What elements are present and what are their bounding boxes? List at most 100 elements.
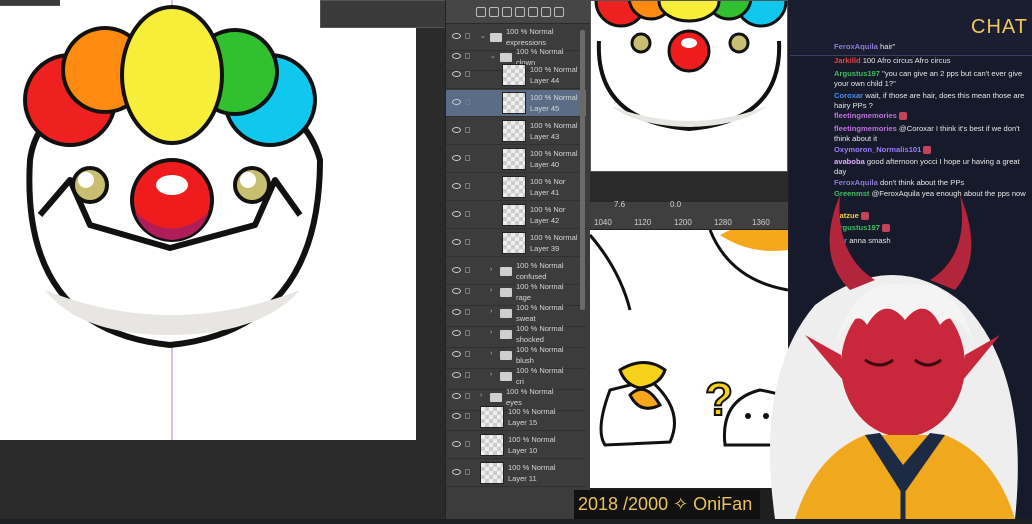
layer-blend-info: 100 % Normal — [516, 303, 564, 312]
lock-icon[interactable] — [465, 288, 470, 294]
visibility-eye-icon[interactable] — [452, 309, 461, 315]
lock-icon[interactable] — [465, 239, 470, 245]
layer-row[interactable]: 100 % Normal Layer 40 — [446, 146, 586, 173]
secondary-canvas[interactable] — [590, 0, 788, 172]
chat-username[interactable]: Jarkilld — [834, 56, 863, 65]
tab-strip[interactable] — [0, 0, 60, 6]
lock-icon[interactable] — [465, 372, 470, 378]
lock-icon[interactable] — [465, 99, 470, 105]
lock-icon[interactable] — [465, 155, 470, 161]
visibility-eye-icon[interactable] — [452, 351, 461, 357]
chat-username[interactable]: Argustus197 — [834, 69, 882, 78]
visibility-eye-icon[interactable] — [452, 239, 461, 245]
visibility-eye-icon[interactable] — [452, 71, 461, 77]
new-folder-icon[interactable] — [489, 6, 499, 17]
lock-icon[interactable] — [465, 211, 470, 217]
ruler-tick: 1280 — [714, 218, 732, 227]
visibility-eye-icon[interactable] — [452, 127, 461, 133]
collapse-arrow-icon[interactable]: › — [490, 308, 492, 315]
lock-icon[interactable] — [465, 413, 470, 419]
lock-icon[interactable] — [465, 393, 470, 399]
delete-icon[interactable] — [554, 6, 564, 17]
chat-message: FeroxAquila don't think about the PPs — [834, 178, 1028, 188]
lock-icon[interactable] — [465, 53, 470, 59]
visibility-eye-icon[interactable] — [452, 211, 461, 217]
lock-icon[interactable] — [465, 33, 470, 39]
floating-panel[interactable] — [320, 0, 448, 28]
chat-username[interactable]: fleetingmemories — [834, 124, 899, 133]
layer-row[interactable]: 100 % Normal Layer 39 — [446, 230, 586, 257]
chat-username[interactable]: fleetingmemories — [834, 111, 899, 120]
visibility-eye-icon[interactable] — [452, 183, 461, 189]
layer-row[interactable]: 100 % Normal Layer 44 — [446, 62, 586, 89]
layer-row[interactable]: 100 % Normal Layer 10 — [446, 432, 586, 459]
layer-blend-info: 100 % Normal — [506, 387, 554, 396]
visibility-eye-icon[interactable] — [452, 267, 461, 273]
collapse-arrow-icon[interactable]: › — [490, 371, 492, 378]
lock-icon[interactable] — [465, 267, 470, 273]
collapse-arrow-icon[interactable]: › — [480, 392, 482, 399]
collapse-arrow-icon[interactable]: › — [490, 266, 492, 273]
visibility-eye-icon[interactable] — [452, 155, 461, 161]
visibility-eye-icon[interactable] — [452, 413, 461, 419]
new-layer-icon[interactable] — [476, 6, 486, 17]
visibility-eye-icon[interactable] — [452, 441, 461, 447]
expand-arrow-icon[interactable]: ⌄ — [490, 52, 496, 60]
layer-row[interactable]: 100 % Normal Layer 15 — [446, 404, 586, 431]
layer-name: Layer 42 — [530, 216, 560, 225]
collapse-arrow-icon[interactable]: › — [490, 287, 492, 294]
settings-icon[interactable] — [541, 6, 551, 17]
layer-thumbnail — [502, 176, 526, 198]
emote-icon — [899, 112, 907, 120]
lock-icon[interactable] — [465, 469, 470, 475]
layer-blend-info: 100 % Normal — [530, 93, 578, 102]
layer-thumbnail — [502, 232, 526, 254]
expand-arrow-icon[interactable]: ⌄ — [480, 32, 486, 40]
folder-icon — [500, 267, 512, 276]
chat-text: hair" — [880, 42, 896, 51]
visibility-eye-icon[interactable] — [452, 33, 461, 39]
layer-blend-info: 100 % Normal — [516, 345, 564, 354]
lock-icon[interactable] — [465, 351, 470, 357]
copy-layer-icon[interactable] — [502, 6, 512, 17]
mask-icon[interactable] — [528, 6, 538, 17]
chat-message: avaboba good afternoon yocci I hope ur h… — [834, 157, 1028, 176]
chat-username[interactable]: FeroxAquila — [834, 42, 880, 51]
chat-username[interactable]: Coroxar — [834, 91, 865, 100]
visibility-eye-icon[interactable] — [452, 372, 461, 378]
lock-icon[interactable] — [465, 309, 470, 315]
layer-row[interactable]: 100 % Normal Layer 45 — [446, 90, 586, 117]
folder-icon — [500, 53, 512, 62]
visibility-eye-icon[interactable] — [452, 393, 461, 399]
merge-icon[interactable] — [515, 6, 525, 17]
lock-icon[interactable] — [465, 71, 470, 77]
visibility-eye-icon[interactable] — [452, 99, 461, 105]
canvas-paper[interactable] — [0, 0, 416, 440]
layer-row[interactable]: 100 % Nor Layer 42 — [446, 202, 586, 229]
lock-icon[interactable] — [465, 330, 470, 336]
layer-row[interactable]: 100 % Normal Layer 11 — [446, 460, 586, 487]
layer-panel[interactable]: ⌄ 100 % Normal expressions ⌄ 100 % Normal clo… — [445, 0, 591, 519]
collapse-arrow-icon[interactable]: › — [490, 329, 492, 336]
chat-username[interactable]: FeroxAquila — [834, 178, 880, 187]
chat-username[interactable]: Oxymoron_Normalis101 — [834, 145, 923, 154]
collapse-arrow-icon[interactable]: › — [490, 350, 492, 357]
visibility-eye-icon[interactable] — [452, 53, 461, 59]
lock-icon[interactable] — [465, 127, 470, 133]
visibility-eye-icon[interactable] — [452, 288, 461, 294]
lock-icon[interactable] — [465, 441, 470, 447]
visibility-eye-icon[interactable] — [452, 330, 461, 336]
emote-icon — [923, 146, 932, 154]
layer-blend-info: 100 % Normal — [530, 121, 578, 130]
canvas-workspace[interactable] — [0, 0, 445, 519]
layer-blend-info: 100 % Normal — [516, 47, 564, 56]
chat-username[interactable]: avaboba — [834, 157, 867, 166]
layer-row[interactable]: 100 % Normal Layer 43 — [446, 118, 586, 145]
layer-row[interactable]: 100 % Nor Layer 41 — [446, 174, 586, 201]
lock-icon[interactable] — [465, 183, 470, 189]
layer-blend-info: 100 % Normal — [530, 233, 578, 242]
ruler-tick: 1200 — [674, 218, 692, 227]
layer-blend-info: 100 % Normal — [508, 407, 556, 416]
layer-scrollbar[interactable] — [580, 30, 585, 310]
visibility-eye-icon[interactable] — [452, 469, 461, 475]
